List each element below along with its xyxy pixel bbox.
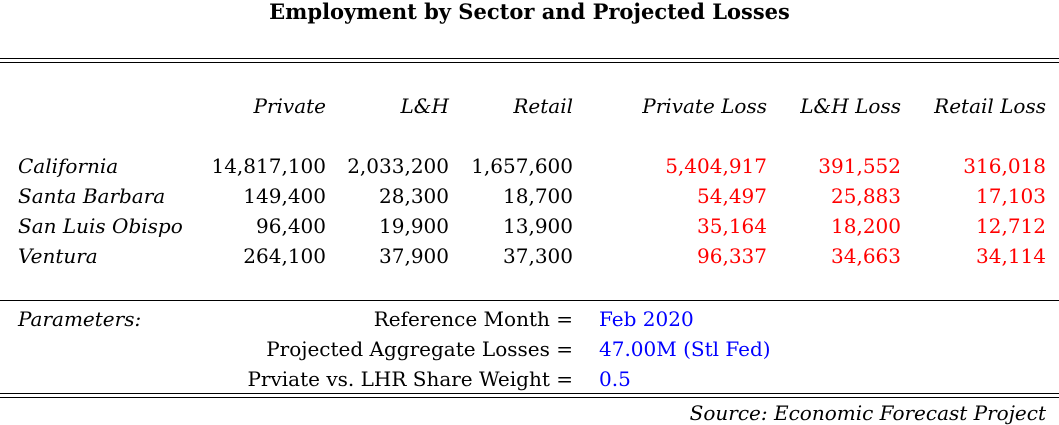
param-value-reference-month: Feb 2020 <box>599 307 694 331</box>
table-cell: 19,900 <box>379 214 449 238</box>
top-rule-2 <box>0 62 1059 63</box>
loss-cell: 35,164 <box>697 214 767 238</box>
loss-cell: 316,018 <box>963 154 1046 178</box>
table-cell: 37,300 <box>503 244 573 268</box>
loss-cell: 12,712 <box>976 214 1046 238</box>
header-private: Private <box>253 94 326 118</box>
param-name-reference-month: Reference Month = <box>373 307 573 331</box>
table-cell: 1,657,600 <box>471 154 573 178</box>
parameters-label: Parameters: <box>18 307 142 331</box>
row-label-san-luis-obispo: San Luis Obispo <box>18 214 183 238</box>
header-lh: L&H <box>400 94 449 118</box>
table-cell: 37,900 <box>379 244 449 268</box>
table-cell: 264,100 <box>243 244 326 268</box>
header-private-loss: Private Loss <box>642 94 767 118</box>
table-cell: 14,817,100 <box>211 154 326 178</box>
row-label-santa-barbara: Santa Barbara <box>18 184 166 208</box>
loss-cell: 17,103 <box>976 184 1046 208</box>
mid-rule <box>0 300 1059 301</box>
loss-cell: 391,552 <box>818 154 901 178</box>
bottom-rule-2 <box>0 397 1059 398</box>
source-note: Source: Economic Forecast Project <box>689 401 1046 425</box>
bottom-rule-1 <box>0 393 1059 394</box>
param-name-aggregate-losses: Projected Aggregate Losses = <box>266 337 573 361</box>
loss-cell: 96,337 <box>697 244 767 268</box>
table-cell: 18,700 <box>503 184 573 208</box>
table-cell: 13,900 <box>503 214 573 238</box>
loss-cell: 34,114 <box>976 244 1046 268</box>
param-value-aggregate-losses: 47.00M (Stl Fed) <box>599 337 771 361</box>
loss-cell: 34,663 <box>831 244 901 268</box>
loss-cell: 5,404,917 <box>665 154 767 178</box>
table-cell: 96,400 <box>256 214 326 238</box>
param-name-share-weight: Prviate vs. LHR Share Weight = <box>247 367 573 391</box>
loss-cell: 54,497 <box>697 184 767 208</box>
header-retail: Retail <box>513 94 573 118</box>
loss-cell: 18,200 <box>831 214 901 238</box>
header-retail-loss: Retail Loss <box>934 94 1046 118</box>
row-label-california: California <box>18 154 119 178</box>
top-rule-1 <box>0 58 1059 59</box>
loss-cell: 25,883 <box>831 184 901 208</box>
table-cell: 149,400 <box>243 184 326 208</box>
table-cell: 28,300 <box>379 184 449 208</box>
param-value-share-weight: 0.5 <box>599 367 631 391</box>
row-label-ventura: Ventura <box>18 244 98 268</box>
header-lh-loss: L&H Loss <box>800 94 901 118</box>
table-cell: 2,033,200 <box>347 154 449 178</box>
table-title: Employment by Sector and Projected Losse… <box>269 0 790 24</box>
